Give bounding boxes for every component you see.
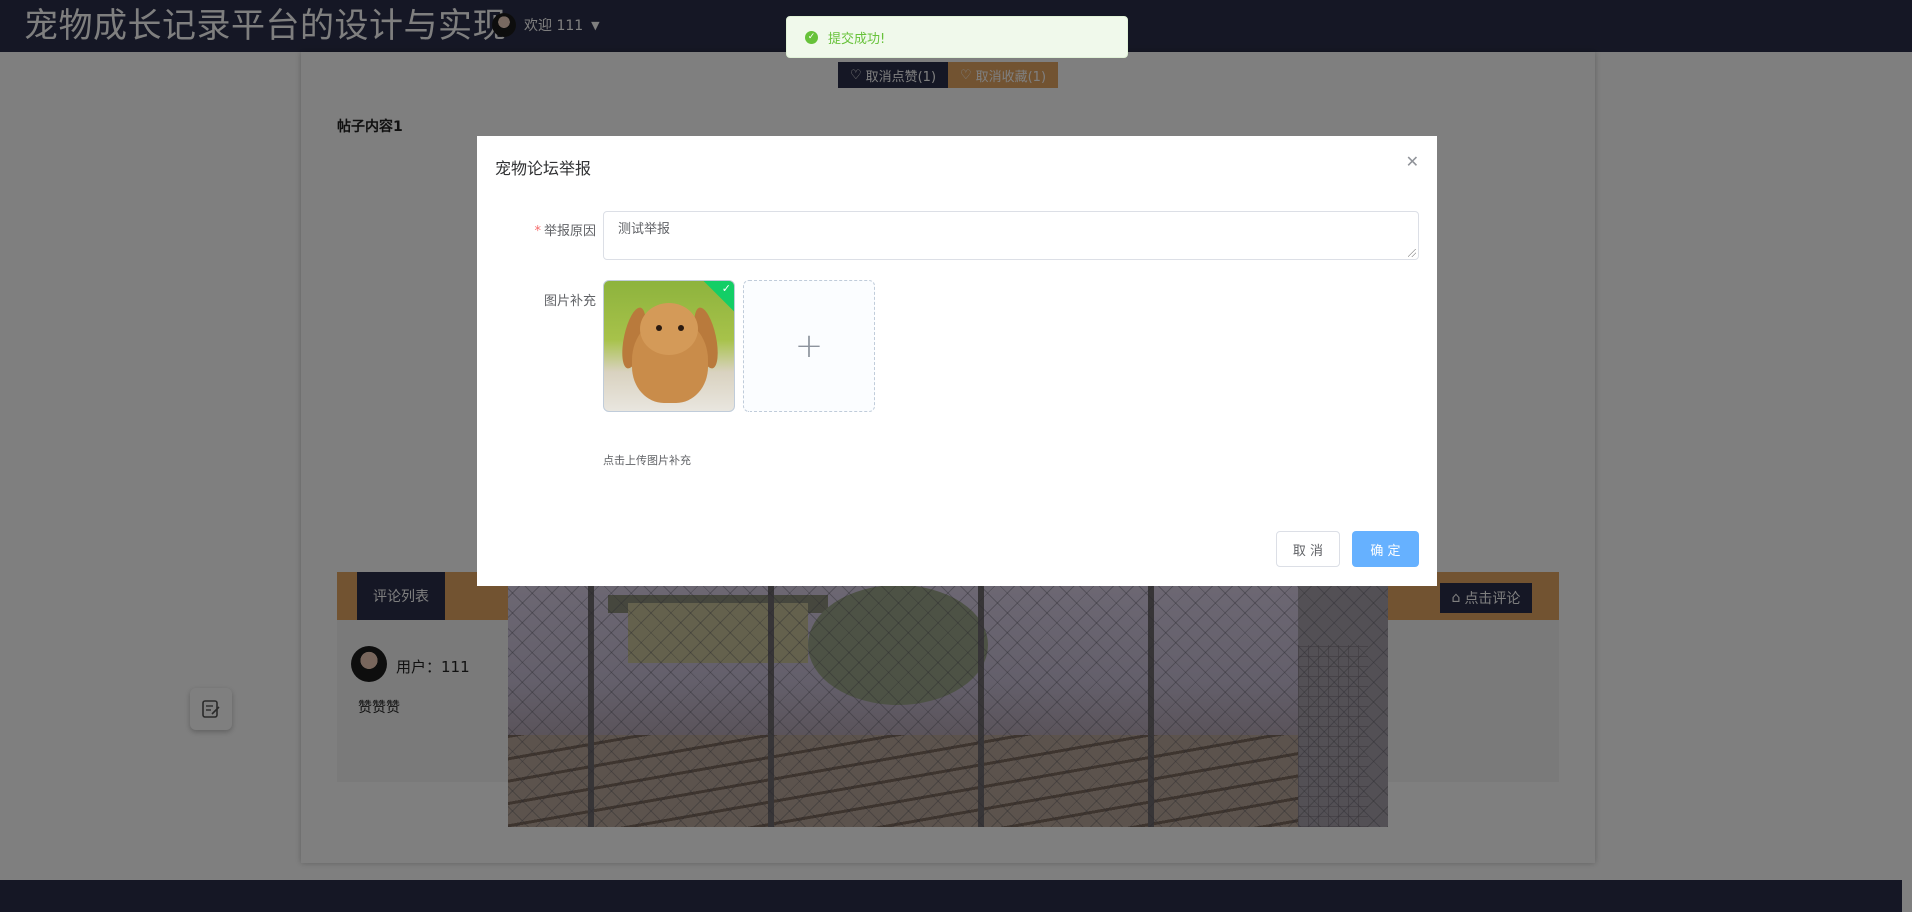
reason-label: * 举报原因	[522, 220, 596, 239]
resize-handle-icon[interactable]	[1408, 249, 1416, 257]
reason-value: 测试举报	[618, 222, 671, 237]
close-icon[interactable]: ✕	[1406, 152, 1419, 171]
uploaded-image-thumbnail[interactable]: ✓	[603, 280, 735, 412]
success-check-icon: ✓	[805, 30, 818, 44]
upload-hint: 点击上传图片补充	[603, 454, 691, 467]
cancel-button[interactable]: 取 消	[1276, 531, 1340, 567]
reason-label-text: 举报原因	[543, 224, 596, 239]
upload-image-button[interactable]: +	[743, 280, 875, 412]
report-dialog: 宠物论坛举报 ✕ * 举报原因 测试举报 图片补充 ✓ + 点击上传图片补充 取 …	[477, 136, 1437, 586]
reason-textarea[interactable]: 测试举报	[603, 211, 1419, 260]
success-toast: ✓ 提交成功!	[786, 16, 1128, 58]
check-icon: ✓	[721, 282, 731, 295]
plus-icon: +	[794, 326, 824, 366]
required-mark: *	[534, 224, 541, 239]
dialog-title: 宠物论坛举报	[495, 159, 592, 178]
image-label: 图片补充	[543, 294, 596, 309]
confirm-button[interactable]: 确 定	[1352, 531, 1419, 567]
toast-message: 提交成功!	[828, 31, 886, 47]
